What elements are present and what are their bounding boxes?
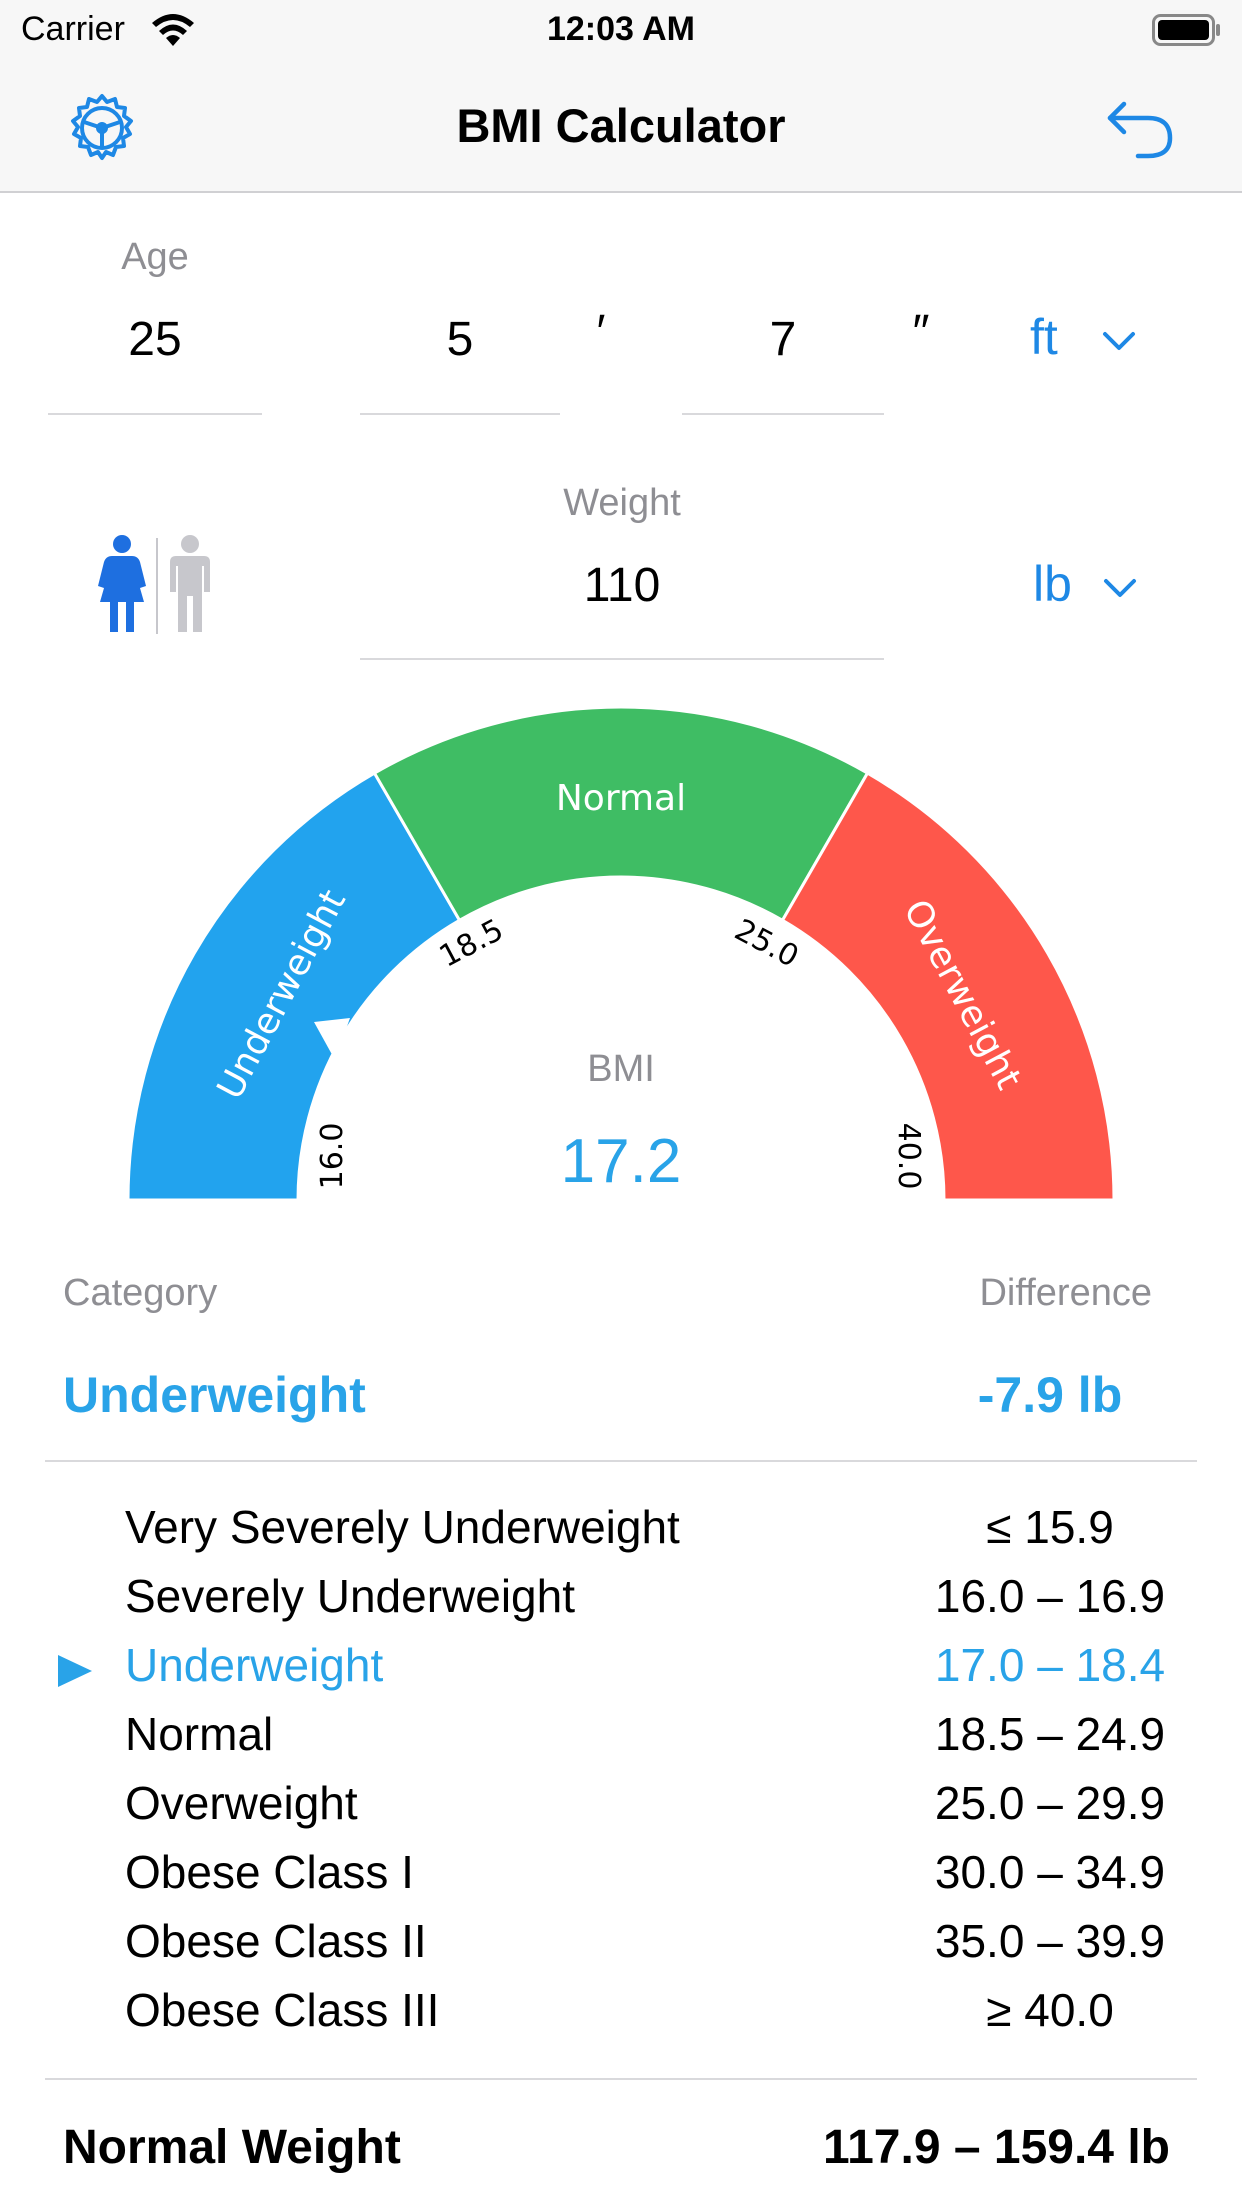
- bmi-category-table: Very Severely Underweight ≤ 15.9 Severel…: [0, 1500, 1242, 2040]
- difference-header: Difference: [979, 1272, 1152, 1314]
- weight-underline: [360, 658, 884, 660]
- table-row-label: Normal: [125, 1708, 274, 1760]
- current-row-arrow-icon: [58, 1655, 92, 1687]
- chevron-down-icon: [1103, 332, 1135, 350]
- category-header: Category: [63, 1272, 218, 1314]
- normal-weight-label: Normal Weight: [63, 2121, 401, 2174]
- chevron-down-icon: [1104, 579, 1136, 597]
- weight-input[interactable]: 110: [360, 558, 884, 613]
- weight-label: Weight: [563, 482, 681, 524]
- table-row-label: Obese Class II: [125, 1915, 427, 1967]
- inch-mark: ″: [912, 306, 930, 359]
- height-inches-underline: [682, 413, 884, 415]
- height-inches-input[interactable]: 7: [682, 312, 884, 367]
- table-row-label-active: Underweight: [125, 1639, 384, 1691]
- weight-unit-selector[interactable]: lb: [1033, 555, 1143, 619]
- age-input[interactable]: 25: [48, 312, 262, 367]
- gauge-tick-40: 40.0: [891, 1123, 926, 1190]
- feet-mark: ′: [596, 306, 606, 359]
- difference-value: -7.9 lb: [977, 1367, 1123, 1423]
- age-label: Age: [121, 236, 189, 278]
- table-row-range: 16.0 – 16.9: [934, 1570, 1166, 1622]
- status-time: 12:03 AM: [546, 10, 696, 48]
- table-row-range: 25.0 – 29.9: [934, 1777, 1166, 1829]
- height-feet-underline: [360, 413, 560, 415]
- battery-icon: [1152, 14, 1220, 46]
- height-unit-selector[interactable]: ft: [1030, 308, 1140, 372]
- table-row-label: Obese Class I: [125, 1846, 414, 1898]
- weight-unit-label: lb: [1033, 556, 1072, 612]
- table-row-label: Severely Underweight: [125, 1570, 576, 1622]
- table-row-range: 35.0 – 39.9: [934, 1915, 1166, 1967]
- gender-divider: [156, 538, 158, 634]
- height-feet-input[interactable]: 5: [360, 312, 560, 367]
- undo-icon[interactable]: [1104, 94, 1176, 166]
- table-row-range: ≥ 40.0: [986, 1984, 1114, 2036]
- result-divider: [45, 1460, 1197, 1462]
- table-row-range-active: 17.0 – 18.4: [934, 1639, 1166, 1691]
- category-value: Underweight: [63, 1367, 366, 1423]
- bmi-value: 17.2: [560, 1127, 682, 1196]
- male-icon[interactable]: [166, 534, 214, 634]
- gauge-label-normal: Normal: [556, 778, 686, 819]
- table-row-range: 30.0 – 34.9: [934, 1846, 1166, 1898]
- female-icon[interactable]: [96, 534, 148, 634]
- page-title: BMI Calculator: [456, 99, 786, 152]
- age-underline: [48, 413, 262, 415]
- table-row-label: Obese Class III: [125, 1984, 440, 2036]
- bmi-label: BMI: [587, 1048, 655, 1090]
- table-divider: [45, 2078, 1197, 2080]
- height-unit-label: ft: [1030, 309, 1058, 365]
- table-row-range: ≤ 15.9: [986, 1501, 1114, 1553]
- table-row-range: 18.5 – 24.9: [934, 1708, 1166, 1760]
- table-row-label: Overweight: [125, 1777, 358, 1829]
- table-row-label: Very Severely Underweight: [125, 1501, 680, 1553]
- gauge-tick-16: 16.0: [315, 1123, 350, 1190]
- normal-weight-value: 117.9 – 159.4 lb: [823, 2121, 1170, 2174]
